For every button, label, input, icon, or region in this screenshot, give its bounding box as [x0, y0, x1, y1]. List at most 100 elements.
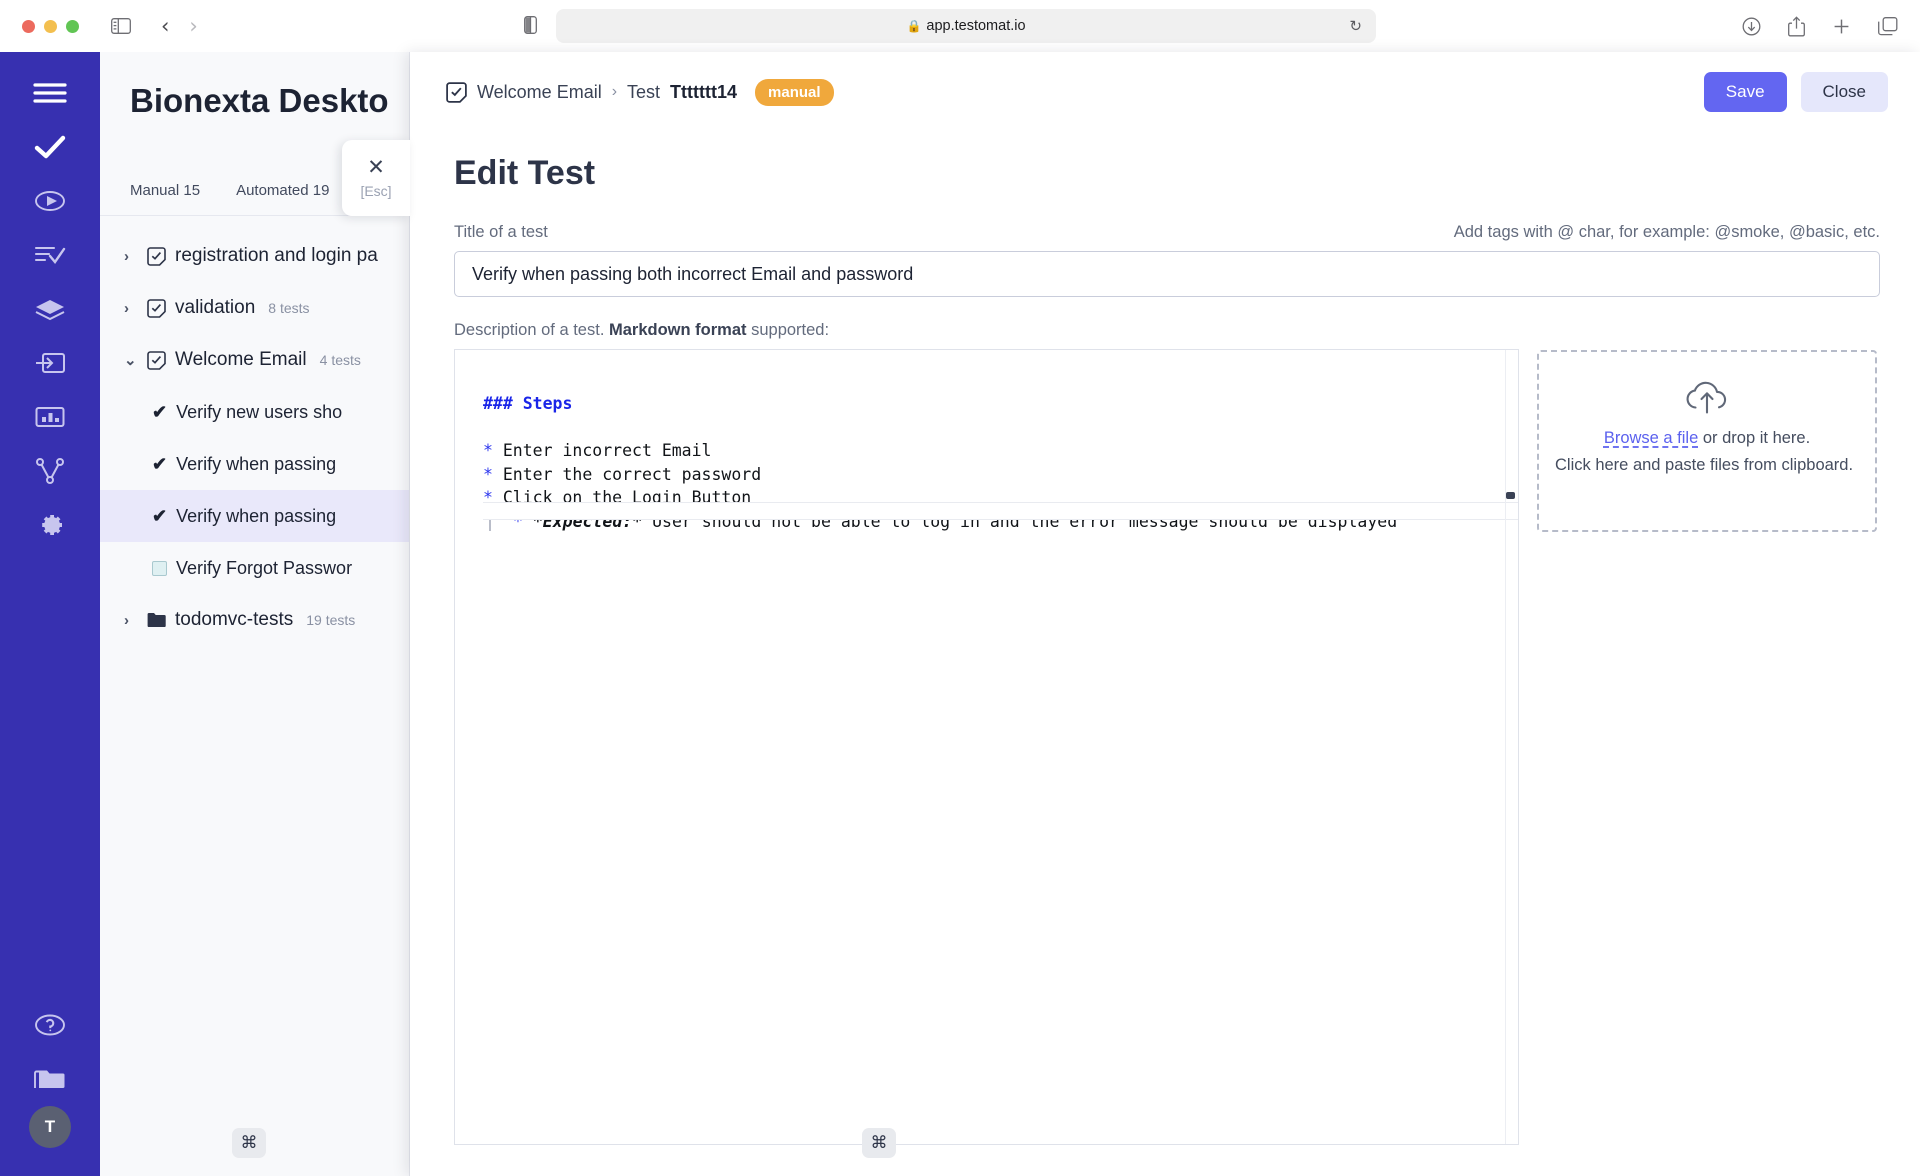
tree-row[interactable]: Verify Forgot Passwor	[100, 542, 409, 594]
url-input[interactable]: 🔒 app.testomat.io ↻	[556, 9, 1376, 43]
markdown-bullet-text: Enter incorrect Email	[492, 441, 712, 460]
tab-overview-icon[interactable]	[1878, 16, 1898, 36]
tree-row[interactable]: › validation 8 tests	[100, 282, 409, 334]
suite-checkbox-icon	[147, 246, 166, 266]
menu-icon[interactable]	[23, 66, 77, 120]
help-icon[interactable]	[23, 998, 77, 1052]
chevron-right-icon[interactable]: ›	[124, 248, 138, 265]
tree-row-count: 19 tests	[306, 612, 356, 628]
tree-row[interactable]: ✔ Verify when passing	[100, 490, 409, 542]
dropzone-line-1-rest: or drop it here.	[1698, 429, 1811, 447]
chevron-down-icon[interactable]: ⌄	[124, 351, 138, 369]
suite-checkbox-icon	[147, 298, 166, 318]
editor-vertical-scrollbar-thumb[interactable]	[1506, 492, 1515, 499]
cloud-upload-icon	[1681, 378, 1733, 423]
suite-checkbox-icon	[147, 350, 166, 370]
editor-horizontal-scrollbar[interactable]	[483, 502, 1518, 520]
editor-vertical-scrollbar-track[interactable]	[1505, 350, 1518, 1144]
url-text-group: 🔒 app.testomat.io	[906, 18, 1025, 34]
tree-row-count: 8 tests	[268, 300, 310, 316]
forward-arrow-icon[interactable]: ›	[189, 15, 197, 37]
markdown-bullet-marker: *	[483, 464, 493, 484]
breadcrumb: Welcome Email › Test Ttttttt14 manual	[446, 78, 834, 106]
description-label: Description of a test. Markdown format s…	[454, 321, 1880, 340]
tab-manual[interactable]: Manual 15	[130, 182, 200, 199]
projects-folder-icon[interactable]	[23, 1052, 77, 1106]
url-value: app.testomat.io	[926, 18, 1026, 34]
close-x-icon[interactable]: ✕	[367, 157, 385, 178]
markdown-editor[interactable]: ### Steps * Enter incorrect Email * Ente…	[454, 349, 1519, 1145]
title-field-labels: Title of a test Add tags with @ char, fo…	[454, 223, 1880, 242]
tree-row[interactable]: ✔ Verify when passing	[100, 438, 409, 490]
breadcrumb-suite[interactable]: Welcome Email	[477, 82, 602, 103]
breadcrumb-separator: ›	[611, 83, 618, 100]
plans-list-check-icon[interactable]	[23, 228, 77, 282]
dropzone-line-1: Browse a file or drop it here.	[1604, 429, 1810, 448]
modal-body: Edit Test Title of a test Add tags with …	[410, 154, 1920, 1145]
command-key-badge[interactable]: ⌘	[232, 1128, 266, 1158]
layers-icon[interactable]	[23, 282, 77, 336]
chevron-right-icon[interactable]: ›	[124, 300, 138, 317]
markdown-heading: ### Steps	[483, 394, 573, 413]
avatar[interactable]: T	[29, 1106, 71, 1148]
import-icon[interactable]	[23, 336, 77, 390]
tree-row-label: Verify new users sho	[176, 401, 343, 422]
maximize-window-button[interactable]	[66, 19, 79, 33]
test-tree-panel: Bionexta Deskto Manual 15 Automated 19 O…	[100, 52, 410, 1176]
sidebar-toggle-icon[interactable]	[111, 18, 131, 34]
tree-row-label: Verify when passing	[176, 505, 337, 526]
reader-view-icon[interactable]	[524, 16, 537, 34]
test-title-input[interactable]	[454, 251, 1880, 297]
analytics-chart-icon[interactable]	[23, 390, 77, 444]
app-shell: T Bionexta Deskto Manual 15 Automated 19…	[0, 52, 1920, 1176]
tests-check-icon[interactable]	[23, 120, 77, 174]
back-arrow-icon[interactable]: ‹	[161, 15, 169, 37]
close-window-button[interactable]	[22, 19, 35, 33]
tree-row-label: Verify when passing	[176, 453, 337, 474]
new-tab-icon[interactable]	[1832, 17, 1851, 36]
tree-row[interactable]: ✔ Verify new users sho	[100, 386, 409, 438]
edit-test-modal: ✕ [Esc] Welcome Email › Test Ttttttt14 m…	[342, 52, 1920, 1176]
tree-row[interactable]: › todomvc-tests 19 tests	[100, 594, 409, 646]
tree-row-label: registration and login pa	[175, 245, 378, 266]
browser-right-actions	[1742, 0, 1898, 52]
title-field-label: Title of a test	[454, 223, 548, 241]
empty-checkbox-icon[interactable]	[152, 560, 167, 576]
breadcrumb-prefix: Test	[627, 81, 661, 102]
file-dropzone[interactable]: Browse a file or drop it here. Click her…	[1537, 350, 1877, 532]
app-sidebar-rail: T	[0, 52, 100, 1176]
lock-icon: 🔒	[906, 19, 922, 33]
branches-icon[interactable]	[23, 444, 77, 498]
tree-row-label: Welcome Email	[175, 349, 307, 370]
tree-row-count: 4 tests	[319, 352, 361, 368]
tags-hint: Add tags with @ char, for example: @smok…	[1453, 223, 1880, 241]
page-title: Bionexta Deskto	[130, 82, 389, 119]
address-bar-container: 🔒 app.testomat.io ↻	[524, 9, 1376, 43]
save-button[interactable]: Save	[1703, 72, 1787, 112]
markdown-bullet-marker: *	[483, 441, 493, 460]
description-label-pre: Description of a test.	[454, 321, 609, 339]
reload-icon[interactable]: ↻	[1349, 17, 1362, 35]
tree-row-label: todomvc-tests	[175, 609, 294, 630]
chevron-right-icon[interactable]: ›	[124, 612, 138, 629]
description-label-strong: Markdown format	[609, 321, 747, 339]
tab-automated[interactable]: Automated 19	[236, 182, 329, 199]
tree-row[interactable]: ⌄ Welcome Email 4 tests	[100, 334, 409, 386]
status-badge: manual	[755, 78, 834, 106]
downloads-icon[interactable]	[1742, 17, 1761, 36]
navigation-arrows: ‹ ›	[161, 15, 198, 37]
modal-close-chip[interactable]: ✕ [Esc]	[342, 140, 410, 216]
command-key-badge[interactable]: ⌘	[862, 1128, 896, 1158]
close-button[interactable]: Close	[1800, 72, 1888, 112]
folder-icon	[147, 612, 166, 628]
browser-toolbar: ‹ › 🔒 app.testomat.io ↻	[0, 0, 1920, 52]
check-icon: ✔	[152, 505, 168, 526]
modal-title: Edit Test	[454, 154, 596, 192]
share-icon[interactable]	[1788, 15, 1805, 37]
minimize-window-button[interactable]	[44, 19, 57, 33]
browse-file-link[interactable]: Browse a file	[1604, 429, 1698, 447]
tree-row[interactable]: › registration and login pa	[100, 230, 409, 282]
settings-gear-icon[interactable]	[23, 498, 77, 552]
tree-row-label: validation	[175, 297, 256, 318]
runs-play-icon[interactable]	[23, 174, 77, 228]
